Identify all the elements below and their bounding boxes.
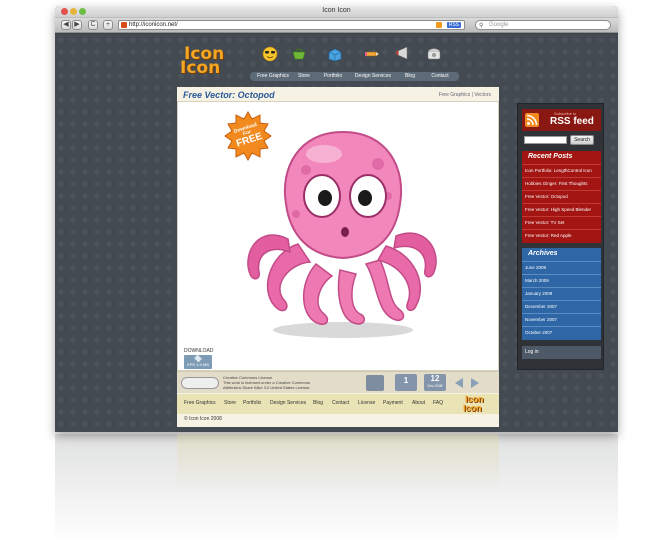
archive-item[interactable]: March 2009 — [522, 274, 601, 286]
nav-portfolio[interactable]: Portfolio — [318, 72, 348, 81]
archive-item[interactable]: October 2007 — [522, 326, 601, 338]
window-title: Icon Icon — [322, 7, 351, 14]
next-post-arrow-icon[interactable] — [469, 377, 481, 389]
archive-item[interactable]: November 2007 — [522, 313, 601, 325]
rss-icon — [525, 113, 539, 127]
recent-post-item[interactable]: Free Vector: Octopod — [522, 190, 601, 202]
footer-nav: Free Graphics Store Portfolio Design Ser… — [177, 394, 499, 414]
nav-blog[interactable]: Blog — [398, 72, 422, 81]
nav-design-services[interactable]: Design Services — [350, 72, 396, 81]
nav-store[interactable]: Store — [292, 72, 316, 81]
address-bar[interactable]: http://iconicon.net/ RSS — [118, 20, 465, 30]
browser-window: Icon Icon ◀ ▶ C + http://iconicon.net/ R… — [55, 6, 618, 432]
meta-login-link[interactable]: Log in — [522, 346, 601, 359]
footer-link-contact[interactable]: Contact — [332, 400, 349, 406]
post-date-day: 12 — [430, 374, 440, 383]
site-logo[interactable]: Icon Icon — [178, 44, 238, 80]
copyright-text: © Icon Icon 2008 — [184, 416, 222, 422]
search-icon: ⚲ — [479, 23, 484, 29]
telephone-icon[interactable] — [426, 45, 442, 61]
license-text: Creative Commons License This work is li… — [223, 375, 311, 390]
recent-post-item[interactable]: Free Vector: TV Set — [522, 216, 601, 228]
footer-logo[interactable]: Icon Icon — [461, 394, 495, 415]
forward-button[interactable]: ▶ — [72, 20, 82, 30]
footer-link-portfolio[interactable]: Portfolio — [243, 400, 261, 406]
reflection-page-area — [177, 434, 499, 494]
author-avatar-icon[interactable] — [366, 375, 384, 391]
recent-post-item[interactable]: Hobbies Ginger: First Thoughts — [522, 177, 601, 189]
footer-link-blog[interactable]: Blog — [313, 400, 323, 406]
sidebar: Subscribe to RSS feed Search Recent Post… — [517, 103, 604, 370]
page-content: Icon Icon Free Graphics Store Portfolio … — [55, 34, 618, 432]
comments-count[interactable]: 1 — [395, 374, 417, 391]
archive-item[interactable]: June 2009 — [522, 261, 601, 273]
title-bar: Icon Icon — [55, 6, 618, 18]
creative-commons-icon[interactable] — [181, 377, 219, 389]
post-date-month: Dec 2008 — [427, 384, 443, 388]
rss-feed-icon[interactable] — [436, 22, 442, 28]
download-file-size: EPS 1.9 MB — [187, 362, 209, 367]
archive-item[interactable]: January 2009 — [522, 287, 601, 299]
back-button[interactable]: ◀ — [61, 20, 71, 30]
browser-toolbar: ◀ ▶ C + http://iconicon.net/ RSS ⚲ Googl… — [55, 18, 618, 33]
rss-badge[interactable]: RSS — [446, 22, 461, 28]
add-bookmark-button[interactable]: + — [103, 20, 113, 30]
recent-post-item[interactable]: Free Vector: Red Apple — [522, 229, 601, 241]
logo-line-2: Icon — [180, 58, 221, 78]
nav-free-graphics[interactable]: Free Graphics — [254, 72, 292, 81]
footer-logo-line-2: Icon — [463, 403, 482, 413]
archives-box: Archives June 2009 March 2009 January 20… — [522, 248, 601, 340]
reload-button[interactable]: C — [88, 20, 98, 30]
post-image-area: Download For FREE DOWNLOAD EPS 1.9 MB — [177, 101, 499, 371]
rss-subscribe-box[interactable]: Subscribe to RSS feed — [522, 109, 601, 131]
portfolio-box-icon[interactable] — [327, 46, 343, 62]
post-title[interactable]: Free Vector: Octopod — [183, 90, 275, 100]
address-text: http://iconicon.net/ — [129, 22, 178, 28]
search-placeholder: Google — [489, 22, 509, 28]
main-nav: Free Graphics Store Portfolio Design Ser… — [250, 72, 459, 81]
download-label: DOWNLOAD — [184, 348, 214, 354]
footer-link-about[interactable]: About — [412, 400, 425, 406]
shopping-basket-icon[interactable] — [291, 45, 307, 61]
footer-link-faq[interactable]: FAQ — [433, 400, 443, 406]
previous-post-arrow-icon[interactable] — [453, 377, 465, 389]
post-info-bar: Creative Commons License This work is li… — [177, 371, 499, 393]
megaphone-icon[interactable] — [395, 45, 411, 61]
pencil-icon[interactable] — [364, 46, 380, 62]
archives-heading: Archives — [528, 250, 558, 257]
recent-post-item[interactable]: Icon Portfolio: LengthControl Icon — [522, 164, 601, 176]
screenshot-stage: Icon Icon ◀ ▶ C + http://iconicon.net/ R… — [0, 0, 670, 550]
rss-feed-label: RSS feed — [550, 116, 594, 127]
nav-contact[interactable]: Contact — [424, 72, 456, 81]
window-reflection — [55, 434, 618, 544]
sidebar-search-input[interactable] — [524, 136, 567, 144]
sidebar-search-button[interactable]: Search — [570, 135, 594, 145]
recent-posts-heading: Recent Posts — [528, 153, 573, 160]
search-field[interactable]: ⚲ Google — [475, 20, 611, 30]
footer-link-design-services[interactable]: Design Services — [270, 400, 306, 406]
recent-post-item[interactable]: Free Vector: High Speed Blender — [522, 203, 601, 215]
post-panel: Free Vector: Octopod Free Graphics | Vec… — [177, 87, 499, 427]
octopus-illustration — [247, 130, 437, 338]
footer-link-license[interactable]: License — [358, 400, 375, 406]
download-button[interactable]: EPS 1.9 MB — [184, 354, 212, 369]
footer-link-payment[interactable]: Payment — [383, 400, 403, 406]
footer-link-store[interactable]: Store — [224, 400, 236, 406]
recent-posts-box: Recent Posts Icon Portfolio: LengthContr… — [522, 151, 601, 243]
archive-item[interactable]: December 2007 — [522, 300, 601, 312]
post-categories[interactable]: Free Graphics | Vectors — [439, 92, 491, 98]
footer-link-free-graphics[interactable]: Free Graphics — [184, 400, 216, 406]
favicon-icon — [121, 22, 127, 28]
post-date: 12 Dec 2008 — [424, 374, 446, 391]
sunglasses-smiley-icon[interactable] — [262, 46, 278, 62]
